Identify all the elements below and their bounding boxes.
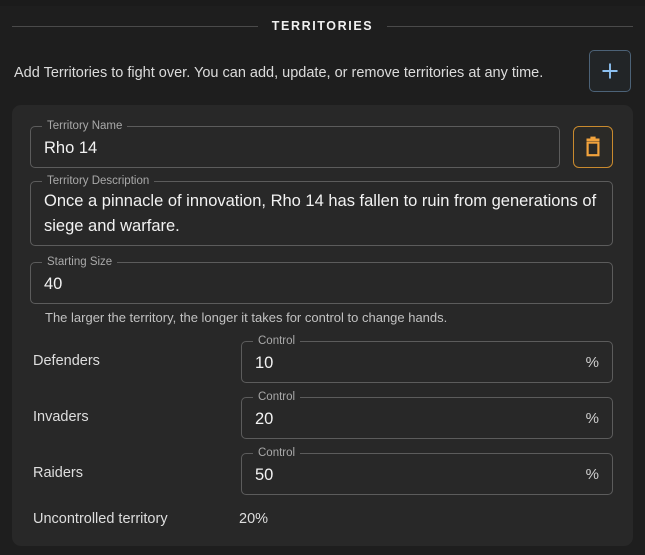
divider-left	[12, 25, 258, 27]
territory-description-value: Once a pinnacle of innovation, Rho 14 ha…	[44, 192, 597, 235]
control-value-raiders: 50	[255, 466, 274, 484]
divider-right	[387, 25, 634, 27]
starting-size-input[interactable]: Starting Size 40	[30, 256, 613, 304]
uncontrolled-territory-label: Uncontrolled territory	[33, 511, 168, 527]
faction-label-defenders: Defenders	[33, 353, 100, 369]
control-label-invaders: Control	[253, 391, 301, 404]
faction-row-raiders: Raiders Control 50 %	[30, 447, 613, 495]
starting-size-value: 40	[44, 275, 63, 293]
starting-size-label: Starting Size	[42, 256, 118, 269]
uncontrolled-territory-value: 20%	[239, 511, 269, 527]
trash-icon	[583, 136, 603, 158]
control-label-defenders: Control	[253, 335, 301, 348]
faction-row-invaders: Invaders Control 20 %	[30, 391, 613, 439]
territory-description-input[interactable]: Territory Description Once a pinnacle of…	[30, 175, 613, 246]
territory-name-label: Territory Name	[42, 120, 128, 133]
control-value-invaders: 20	[255, 410, 274, 428]
plus-icon	[600, 61, 620, 81]
intro-text: Add Territories to fight over. You can a…	[14, 65, 544, 81]
add-territory-button[interactable]	[589, 50, 631, 92]
territory-card: Territory Name Rho 14 Territory Descript…	[12, 105, 633, 546]
percent-suffix-defenders: %	[585, 354, 599, 371]
starting-size-helper-text: The larger the territory, the longer it …	[45, 310, 448, 325]
territory-name-input[interactable]: Territory Name Rho 14	[30, 120, 560, 168]
percent-suffix-invaders: %	[585, 410, 599, 427]
delete-territory-button[interactable]	[573, 126, 613, 168]
faction-label-invaders: Invaders	[33, 409, 89, 425]
territory-name-value: Rho 14	[44, 139, 98, 157]
territory-description-label: Territory Description	[42, 175, 155, 188]
section-header: TERRITORIES	[12, 15, 634, 37]
control-input-raiders[interactable]: Control 50 %	[241, 447, 613, 495]
page-title: TERRITORIES	[271, 19, 374, 33]
control-value-defenders: 10	[255, 354, 274, 372]
control-label-raiders: Control	[253, 447, 301, 460]
territories-page: TERRITORIES Add Territories to fight ove…	[0, 6, 645, 555]
uncontrolled-territory-row: Uncontrolled territory 20%	[33, 511, 593, 531]
percent-suffix-raiders: %	[585, 466, 599, 483]
control-input-invaders[interactable]: Control 20 %	[241, 391, 613, 439]
control-input-defenders[interactable]: Control 10 %	[241, 335, 613, 383]
faction-label-raiders: Raiders	[33, 465, 83, 481]
faction-row-defenders: Defenders Control 10 %	[30, 335, 613, 383]
intro-row: Add Territories to fight over. You can a…	[14, 50, 631, 102]
